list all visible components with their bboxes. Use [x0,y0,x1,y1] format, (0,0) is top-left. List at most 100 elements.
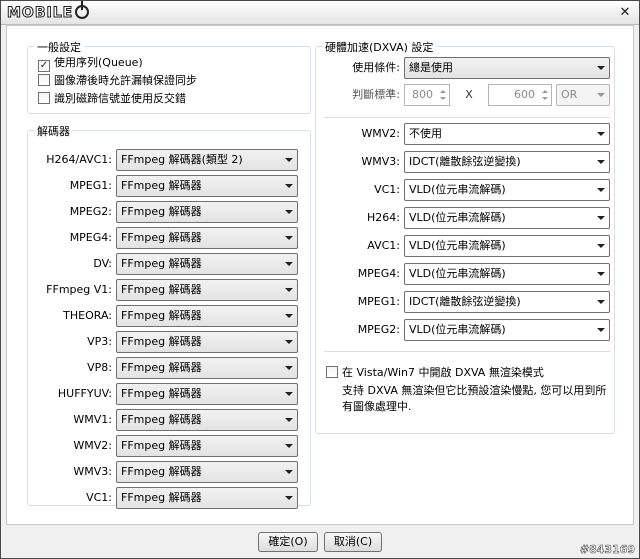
general-settings-group: 一般設定 ✓ 使用序列(Queue) 圖像滯後時允許漏幀保證同步 識別磁蹄信號並使… [27,39,311,114]
decoder-label: MPEG4: [69,231,112,244]
decoder-value: FFmpeg 解碼器 [121,257,202,270]
app-logo: MOBILE [6,1,90,22]
dxva-label: MPEG2: [357,323,400,336]
dxva-value: VLD(位元串流解碼) [409,211,506,224]
decoder-label: H264/AVC1: [46,153,112,166]
chevron-down-icon [597,160,605,164]
chevron-down-icon [597,66,605,70]
chevron-down-icon [285,340,293,344]
decoder-select[interactable]: FFmpeg 解碼器 [116,409,298,431]
decoder-select[interactable]: FFmpeg 解碼器(類型 2) [116,149,298,171]
decoder-select[interactable]: FFmpeg 解碼器 [116,487,298,509]
chevron-down-icon [285,444,293,448]
checkbox-checked-icon[interactable]: ✓ [38,60,50,72]
title-bar: MOBILE ✕ [1,1,639,25]
chevron-down-icon [597,132,605,136]
decoder-select[interactable]: FFmpeg 解碼器 [116,175,298,197]
dxva-label: MPEG4: [357,267,400,280]
chevron-down-icon [285,262,293,266]
content-panel: 一般設定 ✓ 使用序列(Queue) 圖像滯後時允許漏幀保證同步 識別磁蹄信號並使… [6,25,634,525]
spin-down-icon[interactable] [440,97,446,100]
chevron-down-icon [597,216,605,220]
ok-button[interactable]: 確定(O) [258,532,318,552]
decoder-value: FFmpeg 解碼器 [121,205,202,218]
dxva-select[interactable]: VLD(位元串流解碼) [404,319,610,341]
option-label: 圖像滯後時允許漏幀保證同步 [54,74,197,87]
dxva-value: IDCT(離散餘弦逆變換) [409,295,521,308]
dxva-label: WMV2: [361,127,400,140]
height-value: 600 [514,88,535,101]
decoder-select[interactable]: FFmpeg 解碼器 [116,383,298,405]
decoder-label: MPEG2: [69,205,112,218]
width-spinner[interactable]: 800 [404,84,450,106]
option-use-queue[interactable]: ✓ 使用序列(Queue) [38,55,143,72]
dxva-select[interactable]: IDCT(離散餘弦逆變換) [404,291,610,313]
condition-label: 使用條件: [352,61,400,74]
decoder-select[interactable]: FFmpeg 解碼器 [116,435,298,457]
dxva-value: VLD(位元串流解碼) [409,239,506,252]
decoder-value: FFmpeg 解碼器 [121,179,202,192]
chevron-down-icon [285,314,293,318]
decoder-select[interactable]: FFmpeg 解碼器 [116,253,298,275]
decoder-select[interactable]: FFmpeg 解碼器 [116,227,298,249]
dxva-value: VLD(位元串流解碼) [409,267,506,280]
dxva-title: 硬體加速(DXVA) 設定 [322,39,437,55]
general-settings-title: 一般設定 [34,39,84,55]
option-label: 識別磁蹄信號並使用反交錯 [54,92,186,105]
option-vista-dxva[interactable]: 在 Vista/Win7 中開啟 DXVA 無渲染模式 [326,365,544,381]
dxva-select[interactable]: VLD(位元串流解碼) [404,263,610,285]
chevron-down-icon [285,158,293,162]
chevron-down-icon [285,470,293,474]
watermark: #843169 [579,543,636,557]
checkbox-icon[interactable] [326,366,338,378]
decoder-value: FFmpeg 解碼器 [121,491,202,504]
close-button[interactable]: ✕ [617,5,633,21]
spin-up-icon[interactable] [542,90,548,93]
decoder-value: FFmpeg 解碼器(類型 2) [121,153,243,166]
decoder-select[interactable]: FFmpeg 解碼器 [116,279,298,301]
spin-up-icon[interactable] [440,90,446,93]
decoder-value: FFmpeg 解碼器 [121,387,202,400]
chevron-down-icon [285,496,293,500]
decoder-group: 解碼器 H264/AVC1: FFmpeg 解碼器(類型 2) MPEG1: FFmp… [27,123,311,509]
option-allow-frame-drop[interactable]: 圖像滯後時允許漏幀保證同步 [38,73,197,89]
decoder-label: VC1: [86,491,112,504]
checkbox-icon[interactable] [38,74,50,86]
chevron-down-icon [285,418,293,422]
decoder-label: FFmpeg V1: [46,283,112,296]
decoder-select[interactable]: FFmpeg 解碼器 [116,357,298,379]
dxva-group: 硬體加速(DXVA) 設定 使用條件: 總是使用 判斷標準: 800 X 600… [315,39,615,434]
chevron-down-icon [597,93,605,97]
option-deinterlace[interactable]: 識別磁蹄信號並使用反交錯 [38,91,186,107]
decoder-value: FFmpeg 解碼器 [121,309,202,322]
dxva-select[interactable]: 不使用 [404,123,610,145]
judge-label: 判斷標準: [352,88,400,101]
x-label: X [465,88,473,101]
vista-description-2: 有圖像處理中. [342,400,412,413]
checkbox-icon[interactable] [38,92,50,104]
dxva-select[interactable]: IDCT(離散餘弦逆變換) [404,151,610,173]
chevron-down-icon [597,244,605,248]
decoder-value: FFmpeg 解碼器 [121,413,202,426]
decoder-label: WMV3: [73,465,112,478]
dxva-label: WMV3: [361,155,400,168]
dxva-select[interactable]: VLD(位元串流解碼) [404,207,610,229]
decoder-select[interactable]: FFmpeg 解碼器 [116,305,298,327]
spin-down-icon[interactable] [542,97,548,100]
dxva-select[interactable]: VLD(位元串流解碼) [404,179,610,201]
dxva-label: VC1: [374,183,400,196]
settings-window: MOBILE ✕ 一般設定 ✓ 使用序列(Queue) 圖像滯後時允許漏幀保證同步… [0,0,640,559]
condition-value: 總是使用 [409,61,453,74]
decoder-select[interactable]: FFmpeg 解碼器 [116,331,298,353]
decoder-select[interactable]: FFmpeg 解碼器 [116,461,298,483]
dxva-label: AVC1: [367,239,400,252]
operator-select[interactable]: OR [556,84,610,106]
dxva-select[interactable]: VLD(位元串流解碼) [404,235,610,257]
decoder-select[interactable]: FFmpeg 解碼器 [116,201,298,223]
condition-select[interactable]: 總是使用 [404,57,610,79]
height-spinner[interactable]: 600 [488,84,552,106]
vista-description-1: 支持 DXVA 無渲染但它比預設渲染慢點, 您可以用到所 [342,384,607,397]
cancel-button[interactable]: 取消(C) [324,532,382,552]
chevron-down-icon [597,328,605,332]
decoder-value: FFmpeg 解碼器 [121,283,202,296]
